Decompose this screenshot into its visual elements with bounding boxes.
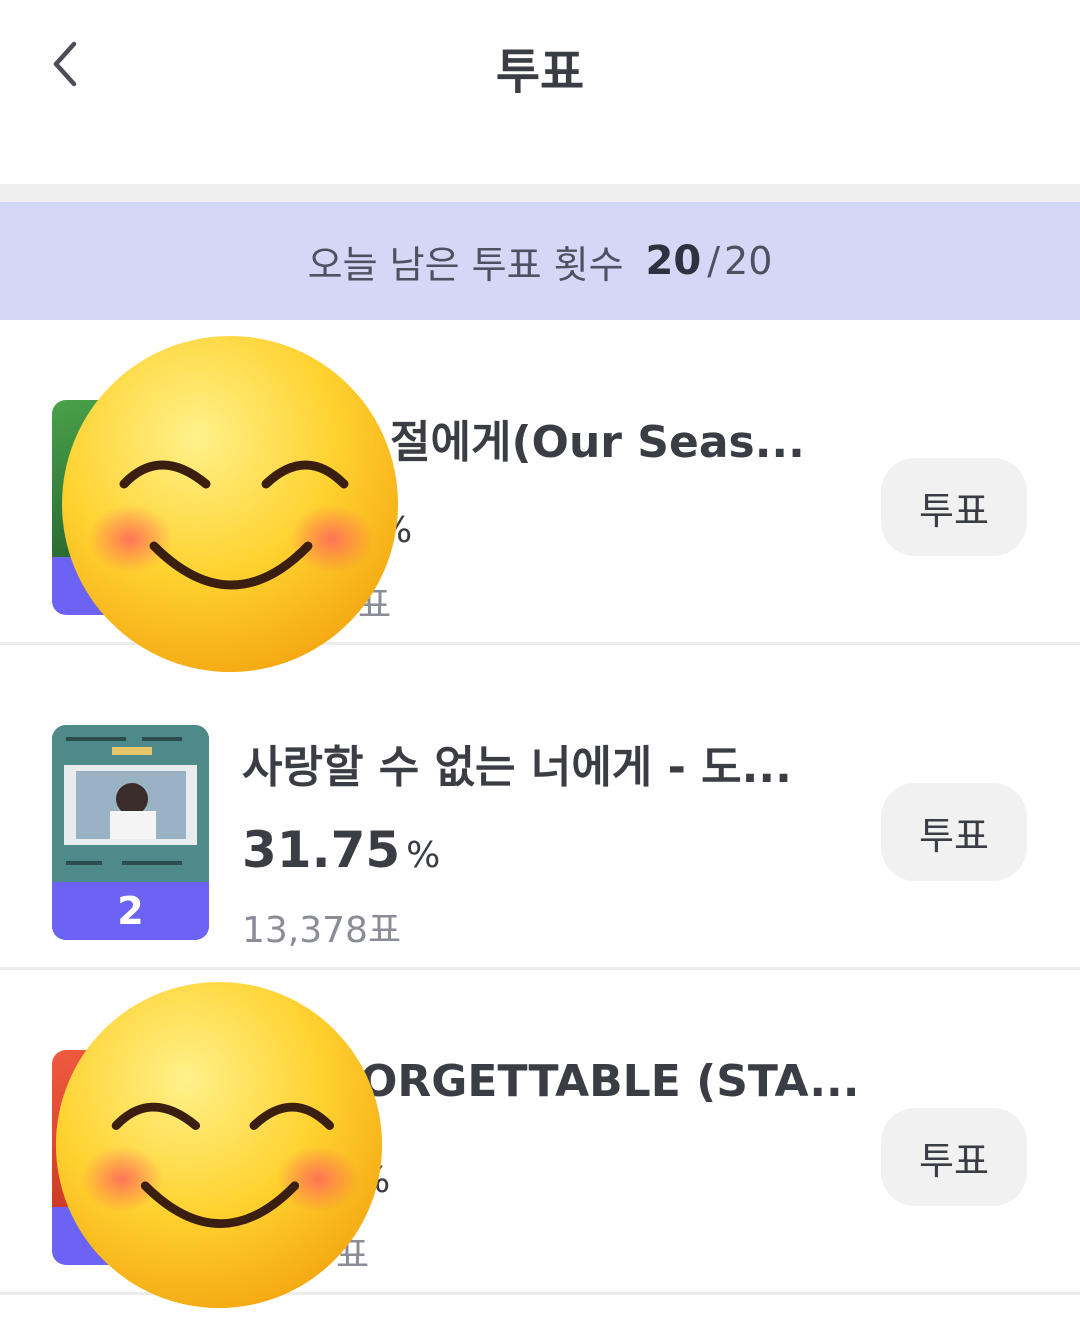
album-cover-image: [52, 725, 209, 882]
remaining-votes-total: 20: [724, 239, 773, 283]
song-title: ORGETTABLE (STA...: [360, 1056, 860, 1107]
album-thumbnail: 2: [52, 725, 209, 940]
remaining-votes-separator: /: [707, 239, 721, 283]
song-title: 절에게(Our Seas...: [390, 417, 805, 468]
remaining-votes-banner: 오늘 남은 투표 횟수 20 / 20: [0, 202, 1080, 320]
smiling-face-emoji-icon: [55, 981, 383, 1309]
list-item: 2 사랑할 수 없는 너에게 - 도... 31.75% 13,378표 투표: [0, 645, 1080, 970]
vote-button[interactable]: 투표: [881, 1108, 1027, 1206]
top-bar: 투표: [0, 0, 1080, 184]
page-title: 투표: [495, 44, 585, 100]
section-divider: [0, 184, 1080, 202]
remaining-votes-count: 20: [645, 238, 702, 284]
vote-button[interactable]: 투표: [881, 783, 1027, 881]
smiling-face-emoji-icon: [62, 336, 398, 672]
vote-button[interactable]: 투표: [881, 458, 1027, 556]
vote-percent: 31.75%: [242, 821, 441, 879]
remaining-votes-label: 오늘 남은 투표 횟수: [307, 242, 624, 287]
rank-badge: 2: [52, 882, 209, 940]
song-title: 사랑할 수 없는 너에게 - 도...: [242, 742, 792, 793]
vote-count: 13,378표: [242, 910, 402, 951]
